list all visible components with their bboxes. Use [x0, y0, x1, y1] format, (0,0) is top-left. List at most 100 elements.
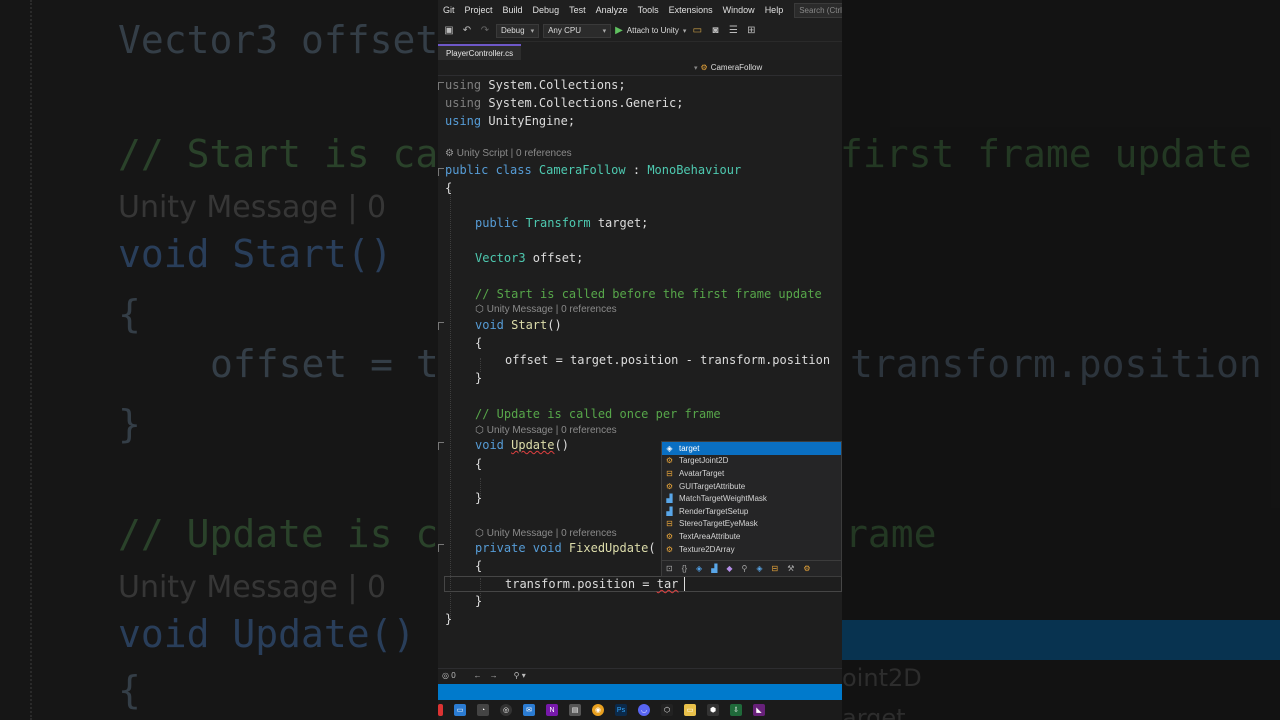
- menu-git[interactable]: Git: [438, 5, 460, 15]
- tab-player-controller[interactable]: PlayerController.cs: [438, 44, 522, 60]
- codelens-references[interactable]: ⚙ Unity Script | 0 references: [445, 148, 572, 159]
- forward-icon[interactable]: →: [490, 671, 498, 680]
- undo-icon[interactable]: ↶: [460, 24, 474, 38]
- bg-text: void Start(): [118, 232, 393, 276]
- fold-marker[interactable]: [438, 544, 444, 552]
- fold-marker[interactable]: [438, 82, 444, 90]
- completion-item[interactable]: ⊟ StereoTargetEyeMask: [662, 518, 841, 531]
- class-icon: ⚙: [700, 63, 708, 72]
- redo-icon[interactable]: ↷: [478, 24, 492, 38]
- play-icon[interactable]: ▶: [615, 25, 623, 36]
- cube-icon: ⬡: [475, 528, 484, 539]
- visual-studio-window: Git Project Build Debug Test Analyze Too…: [438, 0, 842, 720]
- completion-item[interactable]: ⚙ TextAreaAttribute: [662, 530, 841, 543]
- tab-label: PlayerController.cs: [446, 48, 514, 58]
- screenshot-icon[interactable]: ◙: [708, 24, 722, 38]
- codelens-references[interactable]: ⬡ Unity Message | 0 references: [475, 528, 617, 539]
- completion-item[interactable]: ▟ RenderTargetSetup: [662, 505, 841, 518]
- struct-icon: ▟: [666, 506, 673, 516]
- code-line: public class CameraFollow : MonoBehaviou…: [445, 163, 742, 177]
- filter-interface-icon[interactable]: ◈: [756, 564, 762, 573]
- filter-class-icon[interactable]: ⚙: [803, 564, 810, 573]
- unity-icon[interactable]: ⬡: [661, 704, 673, 716]
- status-bar: [438, 684, 842, 700]
- code-line: }: [475, 491, 483, 505]
- menu-tools[interactable]: Tools: [633, 5, 664, 15]
- explorer-icon[interactable]: ▭: [684, 704, 696, 716]
- desktop-icon[interactable]: ▭: [454, 704, 466, 716]
- codelens-references[interactable]: ⬡ Unity Message | 0 references: [475, 425, 617, 436]
- menu-help[interactable]: Help: [760, 5, 789, 15]
- layout-icon[interactable]: ⊞: [744, 24, 758, 38]
- filter-delegate-icon[interactable]: ⚲: [742, 564, 748, 573]
- chrome-icon[interactable]: ◉: [592, 704, 604, 716]
- menu-build[interactable]: Build: [498, 5, 528, 15]
- completion-item-target[interactable]: ◈ target: [662, 442, 841, 455]
- discord-icon[interactable]: ◡: [638, 704, 650, 716]
- align-icon[interactable]: ☰: [726, 24, 740, 38]
- chevron-down-icon[interactable]: ▾: [683, 27, 687, 35]
- error-count[interactable]: ◎ 0: [442, 671, 456, 680]
- code-comment: // Start is called before the first fram…: [475, 287, 822, 301]
- app-icon[interactable]: [438, 704, 443, 716]
- cleanup-icon[interactable]: ⚲ ▾: [514, 671, 526, 680]
- download-icon[interactable]: ⇩: [730, 704, 742, 716]
- filter-namespace-icon[interactable]: {}: [682, 564, 687, 573]
- completion-item[interactable]: ⚙ GUITargetAttribute: [662, 480, 841, 493]
- settings-icon[interactable]: ◎: [500, 704, 512, 716]
- code-line: transform.position = tar: [505, 577, 679, 591]
- back-icon[interactable]: ←: [474, 671, 482, 680]
- completion-item[interactable]: ⊟ AvatarTarget: [662, 467, 841, 480]
- bg-shade: [842, 0, 1280, 720]
- configuration-dropdown[interactable]: Debug ▾: [496, 23, 540, 38]
- onenote-icon[interactable]: N: [546, 704, 558, 716]
- navigation-bar: ▾ ⚙ CameraFollow: [438, 60, 842, 76]
- fold-marker[interactable]: [438, 442, 444, 450]
- code-line: }: [475, 594, 483, 608]
- codelens-references[interactable]: ⬡ Unity Message | 0 references: [475, 304, 617, 315]
- chevron-down-icon: ▾: [694, 64, 698, 72]
- filter-struct-icon[interactable]: ▟: [711, 564, 717, 573]
- filter-keyword-icon[interactable]: ⚒: [787, 564, 794, 573]
- photoshop-icon[interactable]: Ps: [615, 704, 627, 716]
- fold-marker[interactable]: [438, 168, 444, 176]
- attach-button[interactable]: Attach to Unity: [627, 26, 679, 35]
- menu-window[interactable]: Window: [718, 5, 760, 15]
- completion-item[interactable]: ▟ MatchTargetWeightMask: [662, 492, 841, 505]
- folder-icon[interactable]: ▭: [690, 24, 704, 38]
- menu-analyze[interactable]: Analyze: [591, 5, 633, 15]
- struct-icon: ▟: [666, 494, 673, 504]
- code-editor[interactable]: using System.Collections; using System.C…: [438, 76, 842, 668]
- search-box[interactable]: Search (Ctrl+Q): [794, 2, 842, 18]
- toolbar: ▣ ↶ ↷ Debug ▾ Any CPU ▾ ▶ Attach to Unit…: [438, 20, 842, 42]
- cube-icon: ⬡: [475, 425, 484, 436]
- mail-icon[interactable]: ✉: [523, 704, 535, 716]
- menu-bar: Git Project Build Debug Test Analyze Too…: [438, 0, 842, 20]
- check-icon: ◎: [442, 671, 449, 680]
- document-tabs: PlayerController.cs: [438, 42, 842, 60]
- menu-test[interactable]: Test: [564, 5, 591, 15]
- filter-method-icon[interactable]: ◆: [726, 564, 732, 573]
- menu-project[interactable]: Project: [460, 5, 498, 15]
- fold-marker[interactable]: [438, 322, 444, 330]
- bg-text: offset = t: [210, 342, 439, 386]
- filter-snippet-icon[interactable]: ⊡: [666, 564, 673, 573]
- menu-debug[interactable]: Debug: [528, 5, 565, 15]
- completion-item[interactable]: ⚙ TargetJoint2D: [662, 455, 841, 468]
- solution-icon[interactable]: ▣: [442, 24, 456, 38]
- bg-text: {: [118, 292, 141, 336]
- folder-icon[interactable]: ▤: [569, 704, 581, 716]
- menu-extensions[interactable]: Extensions: [664, 5, 718, 15]
- filter-field-icon[interactable]: ◈: [696, 564, 702, 573]
- class-dropdown[interactable]: ▾ ⚙ CameraFollow: [694, 63, 762, 72]
- chat-icon[interactable]: ◔: [477, 704, 489, 716]
- code-line: private void FixedUpdate(: [475, 541, 656, 555]
- code-line: Vector3 offset;: [475, 251, 584, 265]
- platform-dropdown[interactable]: Any CPU ▾: [543, 23, 612, 38]
- visual-studio-icon[interactable]: ◣: [753, 704, 765, 716]
- code-line: {: [475, 336, 483, 350]
- unity-hub-icon[interactable]: ⬢: [707, 704, 719, 716]
- completion-item[interactable]: ⚙ Texture2DArray: [662, 543, 841, 556]
- filter-enum-icon[interactable]: ⊟: [772, 564, 779, 573]
- indent-guide: [450, 190, 451, 618]
